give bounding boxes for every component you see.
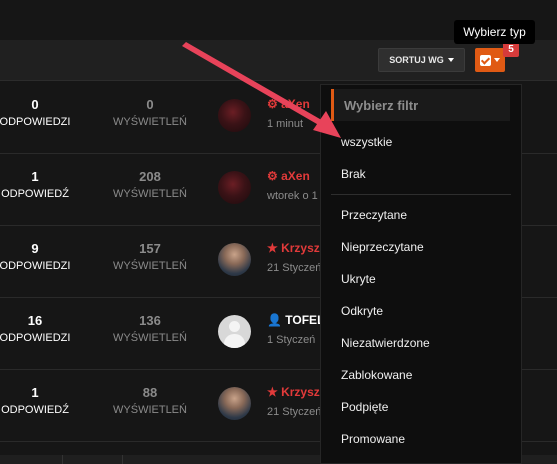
annotation-arrow — [182, 42, 341, 138]
forum-topic-list-screen: SORTUJ WG 5 Wybierz typ 0 ODPOWIEDZI 0 W… — [0, 0, 557, 464]
annotation-arrow-shaft — [182, 42, 332, 131]
annotation-arrow-head — [313, 111, 341, 138]
